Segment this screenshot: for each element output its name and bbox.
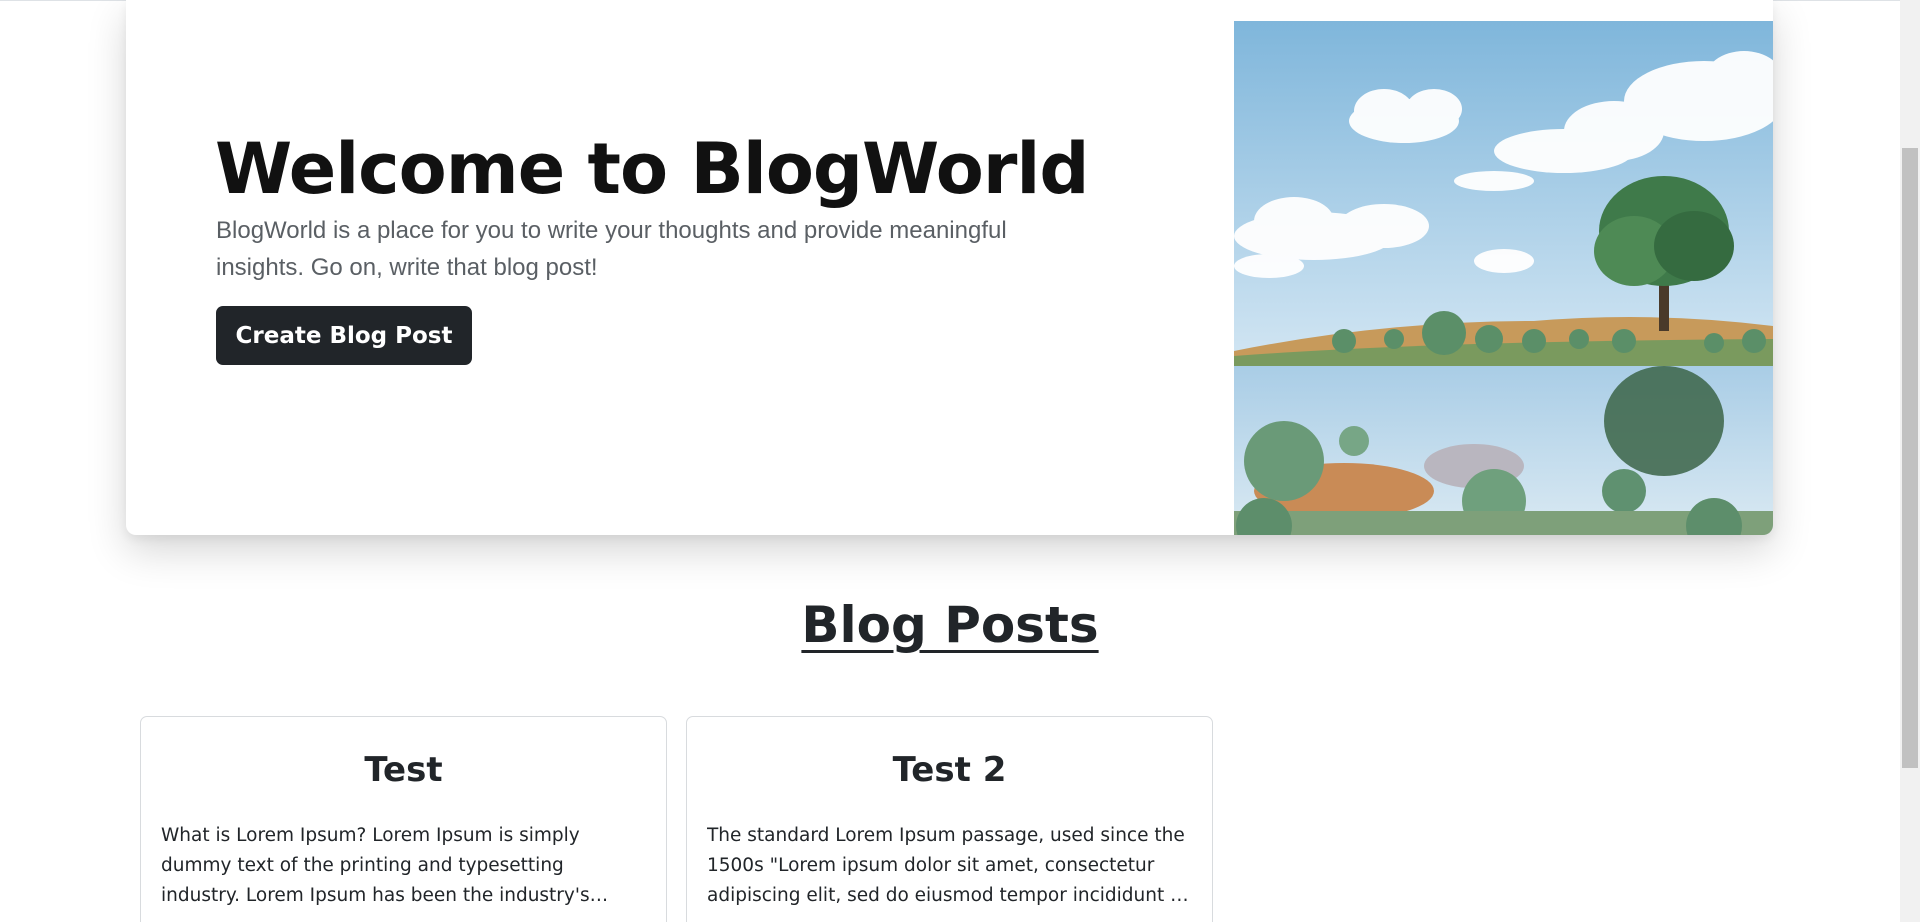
blog-post-title[interactable]: Test 2: [687, 750, 1212, 790]
create-blog-post-button[interactable]: Create Blog Post: [216, 306, 472, 365]
hero-banner: Welcome to BlogWorld BlogWorld is a plac…: [126, 0, 1773, 535]
landscape-illustration: [1234, 21, 1773, 535]
scrollbar-thumb[interactable]: [1902, 148, 1918, 768]
blog-post-card[interactable]: Test 2 The standard Lorem Ipsum passage,…: [686, 716, 1213, 922]
blog-post-card[interactable]: Test What is Lorem Ipsum? Lorem Ipsum is…: [140, 716, 667, 922]
hero-title: Welcome to BlogWorld: [215, 128, 1089, 210]
blog-post-title[interactable]: Test: [141, 750, 666, 790]
landscape-image: [1234, 21, 1773, 535]
hero-description: BlogWorld is a place for you to write yo…: [216, 217, 1007, 281]
blog-posts-heading: Blog Posts: [801, 596, 1099, 654]
blog-post-excerpt: The standard Lorem Ipsum passage, used s…: [707, 825, 1190, 906]
vertical-scrollbar[interactable]: [1900, 0, 1920, 922]
blog-post-excerpt: What is Lorem Ipsum? Lorem Ipsum is simp…: [161, 825, 590, 906]
